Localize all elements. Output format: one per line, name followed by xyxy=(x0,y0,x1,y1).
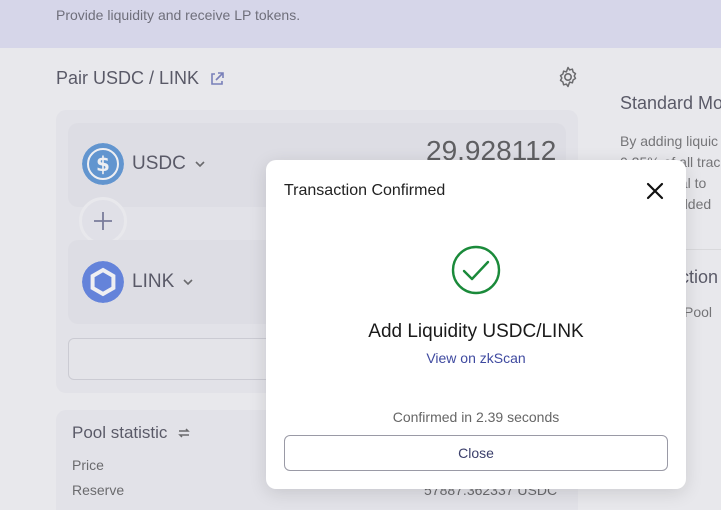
close-icon[interactable] xyxy=(644,180,666,202)
success-check-icon xyxy=(451,245,501,295)
modal-heading: Add Liquidity USDC/LINK xyxy=(368,321,584,342)
close-button[interactable]: Close xyxy=(284,435,668,471)
view-on-zkscan-link[interactable]: View on zkScan xyxy=(266,350,686,366)
confirmed-time-text: Confirmed in 2.39 seconds xyxy=(392,409,560,425)
modal-title: Transaction Confirmed xyxy=(284,182,446,199)
transaction-confirmed-modal: Transaction Confirmed Add Liquidity USDC… xyxy=(266,160,686,489)
